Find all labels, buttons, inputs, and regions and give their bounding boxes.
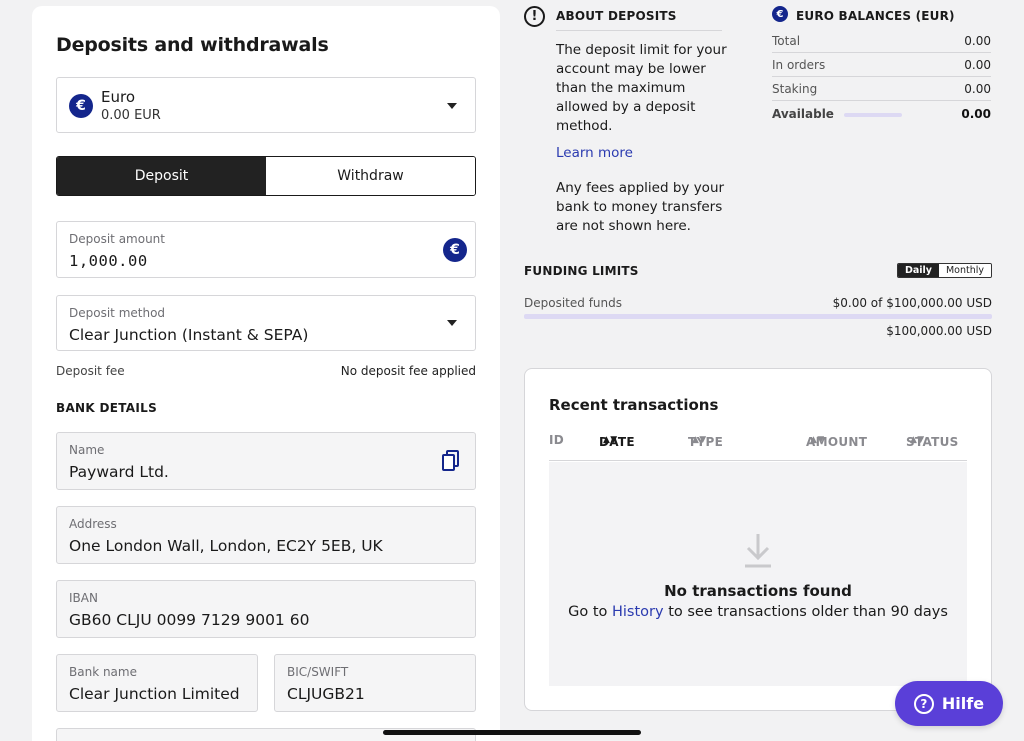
toggle-monthly[interactable]: Monthly: [938, 264, 991, 277]
empty-title: No transactions found: [664, 582, 852, 600]
deposit-fee-row: Deposit fee No deposit fee applied: [56, 364, 476, 378]
deposit-method-label: Deposit method: [69, 306, 166, 320]
balance-value: 0.00: [964, 33, 991, 48]
deposited-funds-value: $0.00 of $100,000.00 USD: [832, 296, 992, 310]
learn-more-link[interactable]: Learn more: [556, 145, 633, 161]
bic-label: BIC/SWIFT: [287, 665, 349, 679]
iban-value: GB60 CLJU 0099 7129 9001 60: [69, 611, 310, 629]
sort-icon: ▲▼: [810, 435, 825, 445]
balance-value: 0.00: [964, 81, 991, 96]
empty-pre: Go to: [568, 604, 608, 620]
deposit-method-select[interactable]: Deposit method Clear Junction (Instant &…: [56, 295, 476, 351]
balance-row-staking: Staking 0.00: [772, 77, 991, 101]
home-indicator[interactable]: [383, 730, 641, 735]
funding-title: FUNDING LIMITS: [524, 264, 639, 278]
iban-field: IBAN GB60 CLJU 0099 7129 9001 60: [56, 580, 476, 638]
deposited-funds-label: Deposited funds: [524, 296, 622, 310]
balance-row-total: Total 0.00: [772, 29, 991, 53]
toggle-daily[interactable]: Daily: [897, 264, 939, 277]
euro-icon: €: [69, 94, 93, 118]
sort-icon: ▲▼: [692, 435, 707, 445]
balance-value: 0.00: [964, 57, 991, 72]
holder-value: Payward Ltd.: [69, 463, 169, 481]
bank-name-field: Bank name Clear Junction Limited: [56, 654, 258, 712]
currency-name: Euro: [101, 88, 135, 106]
about-paragraph-2: Any fees applied by your bank to money t…: [556, 180, 725, 234]
bank-name-holder-field: Name Payward Ltd.: [56, 432, 476, 490]
deposits-card: Deposits and withdrawals € Euro 0.00 EUR…: [32, 6, 500, 741]
download-icon: [745, 534, 771, 568]
empty-state: No transactions found Go to History to s…: [549, 462, 967, 686]
deposit-amount-value[interactable]: 1,000.00: [69, 252, 148, 270]
remaining-limit: $100,000.00 USD: [886, 324, 992, 338]
balance-label: In orders: [772, 57, 826, 72]
info-icon: !: [524, 6, 545, 27]
bank-name-value: Clear Junction Limited: [69, 685, 240, 703]
address-value: One London Wall, London, EC2Y 5EB, UK: [69, 537, 383, 555]
empty-post: to see transactions older than 90 days: [668, 604, 948, 620]
about-title: ABOUT DEPOSITS: [556, 9, 722, 31]
balance-row-available: Available 0.00: [772, 102, 991, 126]
bank-address-field: Address One London Wall, London, EC2Y 5E…: [56, 506, 476, 564]
holder-label: Name: [69, 443, 105, 457]
history-link[interactable]: History: [612, 604, 664, 620]
transactions-table-header: ID DATE ▲▼ TYPE ▲▼ AMOUNT ▲▼ STATUS ▲▼: [549, 431, 967, 461]
deposit-method-value: Clear Junction (Instant & SEPA): [69, 326, 309, 344]
bic-field: BIC/SWIFT CLJUGB21: [274, 654, 476, 712]
balance-label: Total: [772, 33, 801, 48]
sort-icon: ▲▼: [603, 435, 618, 445]
balance-label: Staking: [772, 81, 818, 96]
help-label: Hilfe: [941, 694, 985, 713]
sort-icon: ▲▼: [910, 435, 925, 445]
euro-icon: €: [772, 6, 788, 22]
deposit-fee-value: No deposit fee applied: [340, 364, 476, 378]
tab-withdraw[interactable]: Withdraw: [266, 157, 475, 195]
bank-details-heading: BANK DETAILS: [56, 401, 158, 415]
deposit-withdraw-toggle: Deposit Withdraw: [56, 156, 476, 196]
deposit-amount-label: Deposit amount: [69, 232, 165, 246]
currency-select[interactable]: € Euro 0.00 EUR: [56, 77, 476, 133]
funding-progress-bar: [524, 314, 992, 319]
deposit-amount-input[interactable]: Deposit amount 1,000.00 €: [56, 221, 476, 278]
balance-value: 0.00: [961, 107, 991, 121]
currency-balance: 0.00 EUR: [101, 108, 161, 123]
address-label: Address: [69, 517, 117, 531]
bank-name-label: Bank name: [69, 665, 137, 679]
col-id: ID: [549, 433, 565, 447]
empty-subtitle: Go to History to see transactions older …: [549, 604, 967, 620]
deposit-fee-label: Deposit fee: [56, 364, 125, 378]
recent-transactions: Recent transactions ID DATE ▲▼ TYPE ▲▼ AMO…: [524, 368, 992, 711]
chevron-down-icon: [447, 320, 457, 326]
bic-value: CLJUGB21: [287, 685, 365, 703]
balances-title: EURO BALANCES (EUR): [796, 9, 955, 23]
balance-row-in-orders: In orders 0.00: [772, 53, 991, 77]
question-icon: ?: [913, 693, 934, 714]
tab-deposit[interactable]: Deposit: [57, 157, 266, 195]
help-button[interactable]: ? Hilfe: [895, 681, 1003, 726]
iban-label: IBAN: [69, 591, 98, 605]
period-toggle: Daily Monthly: [896, 263, 992, 278]
available-bar: [844, 113, 902, 117]
balance-label: Available: [772, 107, 834, 121]
recent-title: Recent transactions: [549, 396, 719, 414]
chevron-down-icon: [447, 103, 457, 109]
page-title: Deposits and withdrawals: [56, 34, 329, 56]
about-paragraph-1: The deposit limit for your account may b…: [556, 42, 727, 134]
copy-icon[interactable]: [442, 450, 460, 472]
deposited-funds-row: Deposited funds $0.00 of $100,000.00 USD: [524, 296, 992, 310]
euro-icon: €: [443, 238, 467, 262]
